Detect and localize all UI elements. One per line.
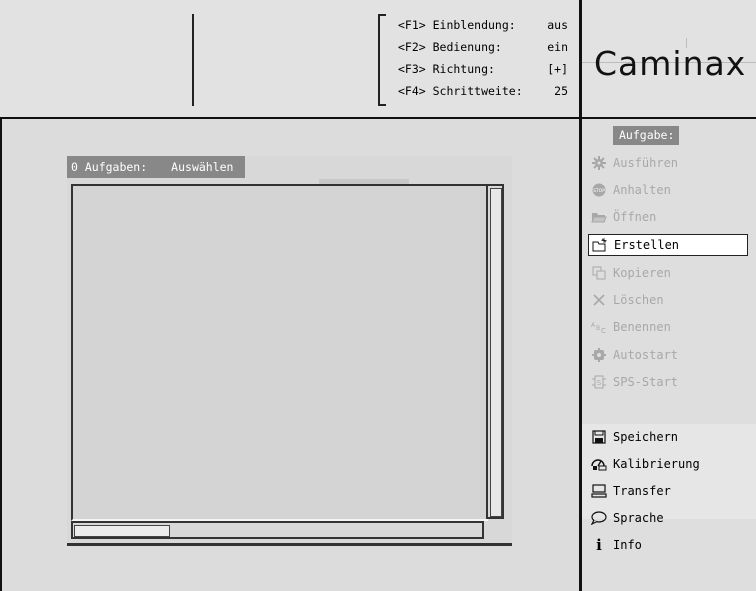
fkey-row-f4[interactable]: <F4> Schrittweite: 25 xyxy=(398,80,568,102)
info-icon: i xyxy=(596,536,602,554)
sidebar-item-label: Sprache xyxy=(613,511,664,525)
sidebar-item-label: Ausführen xyxy=(613,156,679,170)
sidebar-item-label: Öffnen xyxy=(613,210,657,224)
stop-icon: STOP xyxy=(591,182,607,198)
fkey-value: 25 xyxy=(554,84,568,98)
save-icon xyxy=(591,429,607,445)
sidebar-item-autostart[interactable]: Autostart xyxy=(591,344,749,366)
sidebar-item-label: Speichern xyxy=(613,430,679,444)
sidebar-item-label: Kopieren xyxy=(613,266,671,280)
fkey-row-f2[interactable]: <F2> Bedienung: ein xyxy=(398,36,568,58)
panel-bottom-border xyxy=(67,543,512,546)
vertical-scrollbar-track[interactable] xyxy=(490,188,502,517)
sidebar-item-label: Kalibrierung xyxy=(613,457,700,471)
new-folder-icon xyxy=(592,237,608,253)
horizontal-scrollbar[interactable] xyxy=(71,521,484,539)
fkey-value: aus xyxy=(547,18,568,32)
sidebar-item-label: Autostart xyxy=(613,348,679,362)
svg-text:C: C xyxy=(601,327,606,334)
sidebar-item-label: Info xyxy=(613,538,642,552)
speech-icon xyxy=(591,510,607,526)
sidebar-item-label: Anhalten xyxy=(613,183,671,197)
sidebar-item-kalibrierung[interactable]: Kalibrierung xyxy=(591,453,749,475)
svg-text:STOP: STOP xyxy=(593,188,605,194)
panel-title-bar: 0 Aufgaben: Auswählen xyxy=(67,156,245,178)
sidebar-item-kopieren[interactable]: Kopieren xyxy=(591,262,749,284)
sidebar-item-sps-start[interactable]: S SPS-Start xyxy=(591,371,749,393)
task-count-label: 0 Aufgaben: xyxy=(71,160,148,174)
fkey-label: <F2> Bedienung: xyxy=(398,40,502,54)
logo-area: Caminax xyxy=(582,0,756,119)
status-divider xyxy=(192,14,194,106)
sidebar-item-info[interactable]: i Info xyxy=(591,534,749,556)
sidebar-header: Aufgabe: xyxy=(613,126,679,145)
vertical-scrollbar[interactable] xyxy=(486,184,504,519)
fkey-value: ein xyxy=(547,40,568,54)
svg-text:B: B xyxy=(596,325,600,332)
sidebar-item-label: Benennen xyxy=(613,320,671,334)
sidebar-item-oeffnen[interactable]: Öffnen xyxy=(591,206,749,228)
sidebar: Aufgabe: Ausführen STOP Anhalten Öffnen … xyxy=(582,119,756,591)
sidebar-item-label: Erstellen xyxy=(614,238,680,252)
sidebar-item-anhalten[interactable]: STOP Anhalten xyxy=(591,179,749,201)
fkey-bracket xyxy=(378,14,386,106)
select-label[interactable]: Auswählen xyxy=(167,156,233,178)
sidebar-item-label: Löschen xyxy=(613,293,664,307)
sidebar-item-erstellen[interactable]: Erstellen xyxy=(588,234,748,256)
horizontal-scrollbar-thumb[interactable] xyxy=(74,525,170,537)
sidebar-item-label: Transfer xyxy=(613,484,671,498)
folder-open-icon xyxy=(591,209,607,225)
sidebar-item-speichern[interactable]: Speichern xyxy=(591,426,749,448)
task-panel: 0 Aufgaben: Auswählen xyxy=(67,156,512,546)
caminax-logo: Caminax xyxy=(594,44,747,83)
sidebar-item-ausfuehren[interactable]: Ausführen xyxy=(591,152,749,174)
copy-icon xyxy=(591,265,607,281)
calibration-icon xyxy=(591,456,607,472)
task-list[interactable] xyxy=(71,184,488,521)
fkey-label: <F4> Schrittweite: xyxy=(398,84,523,98)
rename-icon: ABC xyxy=(591,319,607,335)
sidebar-item-benennen[interactable]: ABC Benennen xyxy=(591,316,749,338)
sidebar-item-transfer[interactable]: Transfer xyxy=(591,480,749,502)
gear-icon xyxy=(591,155,607,171)
fkey-legend: <F1> Einblendung: aus <F2> Bedienung: ein … xyxy=(398,14,568,102)
main-left-border xyxy=(0,118,2,591)
fkey-label: <F1> Einblendung: xyxy=(398,18,516,32)
sidebar-item-sprache[interactable]: Sprache xyxy=(591,507,749,529)
delete-icon xyxy=(591,292,607,308)
sidebar-item-label: SPS-Start xyxy=(613,375,679,389)
fkey-row-f1[interactable]: <F1> Einblendung: aus xyxy=(398,14,568,36)
fkey-row-f3[interactable]: <F3> Richtung: [+] xyxy=(398,58,568,80)
svg-text:S: S xyxy=(597,379,602,387)
status-bar: <F1> Einblendung: aus <F2> Bedienung: ein … xyxy=(0,0,580,119)
sidebar-item-loeschen[interactable]: Löschen xyxy=(591,289,749,311)
fkey-label: <F3> Richtung: xyxy=(398,62,495,76)
transfer-icon xyxy=(591,483,607,499)
sps-start-icon: S xyxy=(591,374,607,390)
autostart-icon xyxy=(591,347,607,363)
fkey-value: [+] xyxy=(547,62,568,76)
